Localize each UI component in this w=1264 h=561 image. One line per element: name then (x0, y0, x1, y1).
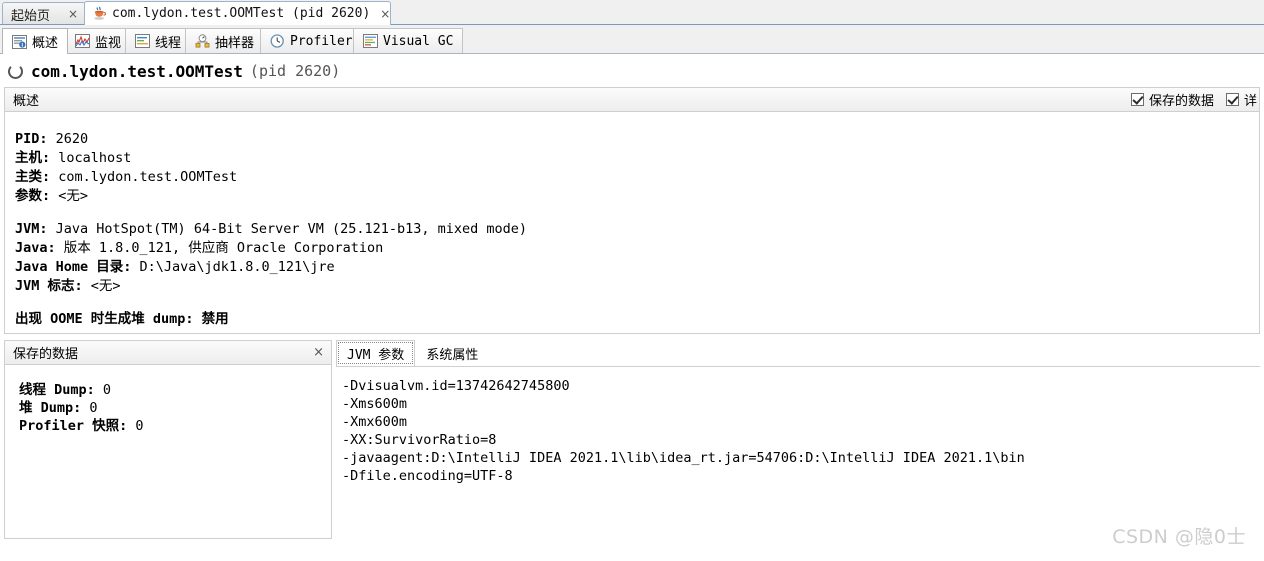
saved-data-key: 线程 Dump: (19, 382, 95, 398)
detail-key: JVM 标志: (15, 278, 83, 294)
checkbox-label: 详 (1243, 94, 1257, 109)
detail-row: JVM: Java HotSpot(TM) 64-Bit Server VM (… (15, 220, 1259, 239)
view-tab-strip: 概述 监视 线程 抽样器 Profiler Visual GC (0, 25, 1264, 54)
tab-label: 线程 (155, 35, 182, 51)
detail-row: PID: 2620 (15, 130, 1259, 149)
detail-value: localhost (50, 150, 132, 166)
detail-key: 主类: (15, 169, 51, 185)
jvm-arguments-pane: JVM 参数 系统属性 -Dvisualvm.id=13742642745800… (336, 340, 1260, 540)
document-tab-label: 起始页 (11, 8, 51, 24)
profiler-clock-icon (270, 34, 285, 48)
detail-key: 出现 OOME 时生成堆 dump: (15, 311, 194, 327)
jvm-argument-row: -XX:SurvivorRatio=8 (342, 432, 497, 448)
jvm-argument-row: -Xmx600m (342, 414, 408, 430)
detail-row: Java: 版本 1.8.0_121, 供应商 Oracle Corporati… (15, 239, 1259, 258)
document-tab-label: com.lydon.test.OOMTest (pid 2620) (112, 6, 371, 21)
checkbox-box-icon[interactable] (1130, 93, 1144, 106)
saved-data-row: Profiler 快照: 0 (19, 417, 331, 435)
detail-row: 主机: localhost (15, 149, 1259, 168)
detail-value: com.lydon.test.OOMTest (50, 169, 238, 185)
jvm-pane-tab-strip: JVM 参数 系统属性 (336, 340, 1260, 367)
detail-spacer (15, 296, 1259, 310)
detail-value: Java HotSpot(TM) 64-Bit Server VM (25.12… (47, 221, 528, 237)
tab-sampler[interactable]: 抽样器 (185, 28, 265, 53)
jvm-argument-row: -Dfile.encoding=UTF-8 (342, 468, 513, 484)
detail-value: 禁用 (193, 311, 229, 327)
checkbox-saved-data[interactable]: 保存的数据 (1130, 90, 1214, 109)
app-loading-icon (8, 63, 23, 79)
document-tab-strip: 起始页 × com.lydon.test.OOMTest (pid 2620) … (0, 0, 1264, 25)
tab-label: 概述 (32, 36, 59, 51)
checkbox-box-icon[interactable] (1225, 93, 1239, 106)
app-pid-label: (pid 2620) (249, 62, 341, 80)
detail-row: 主类: com.lydon.test.OOMTest (15, 168, 1259, 187)
detail-value: 2620 (47, 131, 89, 147)
saved-data-key: 堆 Dump: (19, 400, 82, 416)
saved-data-row: 堆 Dump: 0 (19, 399, 331, 417)
detail-value: <无> (82, 278, 121, 294)
tab-label: 监视 (95, 35, 122, 51)
tab-label: Visual GC (383, 33, 454, 49)
tab-jvm-arguments[interactable]: JVM 参数 (336, 340, 416, 366)
bottom-region: 保存的数据 × 线程 Dump: 0 堆 Dump: 0 Profiler 快照… (0, 338, 1264, 561)
tab-label: 系统属性 (426, 348, 479, 363)
application-header: com.lydon.test.OOMTest (pid 2620) (0, 55, 1264, 87)
java-coffee-icon (93, 6, 107, 21)
threads-icon (135, 34, 150, 48)
jvm-arguments-body: -Dvisualvm.id=13742642745800 -Xms600m -X… (336, 367, 1260, 540)
saved-data-value: 0 (94, 382, 112, 398)
overview-section-title: 概述 (13, 94, 40, 109)
tab-visual-gc[interactable]: Visual GC (353, 28, 464, 53)
saved-data-row: 线程 Dump: 0 (19, 381, 331, 399)
tab-threads[interactable]: 线程 (125, 28, 192, 53)
checkbox-details[interactable]: 详 (1225, 90, 1257, 109)
document-tab-oomtest[interactable]: com.lydon.test.OOMTest (pid 2620) × (84, 1, 391, 25)
saved-data-key: Profiler 快照: (19, 418, 128, 434)
tab-profiler[interactable]: Profiler (260, 28, 363, 53)
tab-overview[interactable]: 概述 (2, 28, 69, 54)
detail-key: 主机: (15, 150, 51, 166)
csdn-watermark: CSDN @隐0士 (1112, 526, 1246, 548)
sampler-icon (195, 34, 210, 48)
detail-key: PID: (15, 131, 48, 147)
detail-spacer (15, 206, 1259, 220)
document-tab-start-page[interactable]: 起始页 × (2, 2, 86, 25)
jvm-argument-row: -Xms600m (342, 396, 408, 412)
detail-key: Java: (15, 240, 56, 256)
jvm-argument-row: -Dvisualvm.id=13742642745800 (342, 378, 570, 394)
close-icon[interactable]: × (313, 346, 324, 359)
tab-label: 抽样器 (215, 35, 255, 51)
tab-monitor[interactable]: 监视 (65, 28, 132, 53)
overview-icon (12, 34, 27, 49)
tab-label: JVM 参数 (347, 348, 405, 363)
checkbox-label: 保存的数据 (1148, 94, 1214, 109)
detail-row: JVM 标志: <无> (15, 277, 1259, 296)
detail-value: <无> (50, 188, 89, 204)
detail-value: 版本 1.8.0_121, 供应商 Oracle Corporation (55, 240, 384, 256)
saved-data-pane: 保存的数据 × 线程 Dump: 0 堆 Dump: 0 Profiler 快照… (4, 340, 332, 540)
detail-key: JVM: (15, 221, 48, 237)
saved-data-value: 0 (81, 400, 98, 416)
saved-data-body: 线程 Dump: 0 堆 Dump: 0 Profiler 快照: 0 (4, 365, 332, 539)
detail-value: D:\Java\jdk1.8.0_121\jre (131, 259, 335, 275)
overview-section-bar: 概述 保存的数据 详 (4, 87, 1260, 112)
detail-key: 参数: (15, 188, 51, 204)
overview-details-body: PID: 2620 主机: localhost 主类: com.lydon.te… (4, 112, 1260, 334)
visual-gc-icon (363, 34, 378, 48)
jvm-argument-row: -javaagent:D:\IntelliJ IDEA 2021.1\lib\i… (342, 450, 1025, 466)
detail-key: Java Home 目录: (15, 259, 132, 275)
close-icon[interactable]: × (58, 8, 78, 20)
detail-row: 参数: <无> (15, 187, 1259, 206)
detail-row: 出现 OOME 时生成堆 dump: 禁用 (15, 310, 1259, 329)
monitor-chart-icon (75, 34, 90, 48)
saved-data-value: 0 (127, 418, 144, 434)
saved-data-header: 保存的数据 × (4, 340, 332, 365)
detail-row: Java Home 目录: D:\Java\jdk1.8.0_121\jre (15, 258, 1259, 277)
close-icon[interactable]: × (370, 8, 390, 20)
saved-data-title: 保存的数据 (13, 347, 79, 362)
overview-section-options: 保存的数据 详 (1130, 90, 1259, 109)
tab-system-properties[interactable]: 系统属性 (415, 340, 490, 366)
page-title: com.lydon.test.OOMTest (31, 61, 243, 81)
tab-label: Profiler (290, 33, 353, 49)
